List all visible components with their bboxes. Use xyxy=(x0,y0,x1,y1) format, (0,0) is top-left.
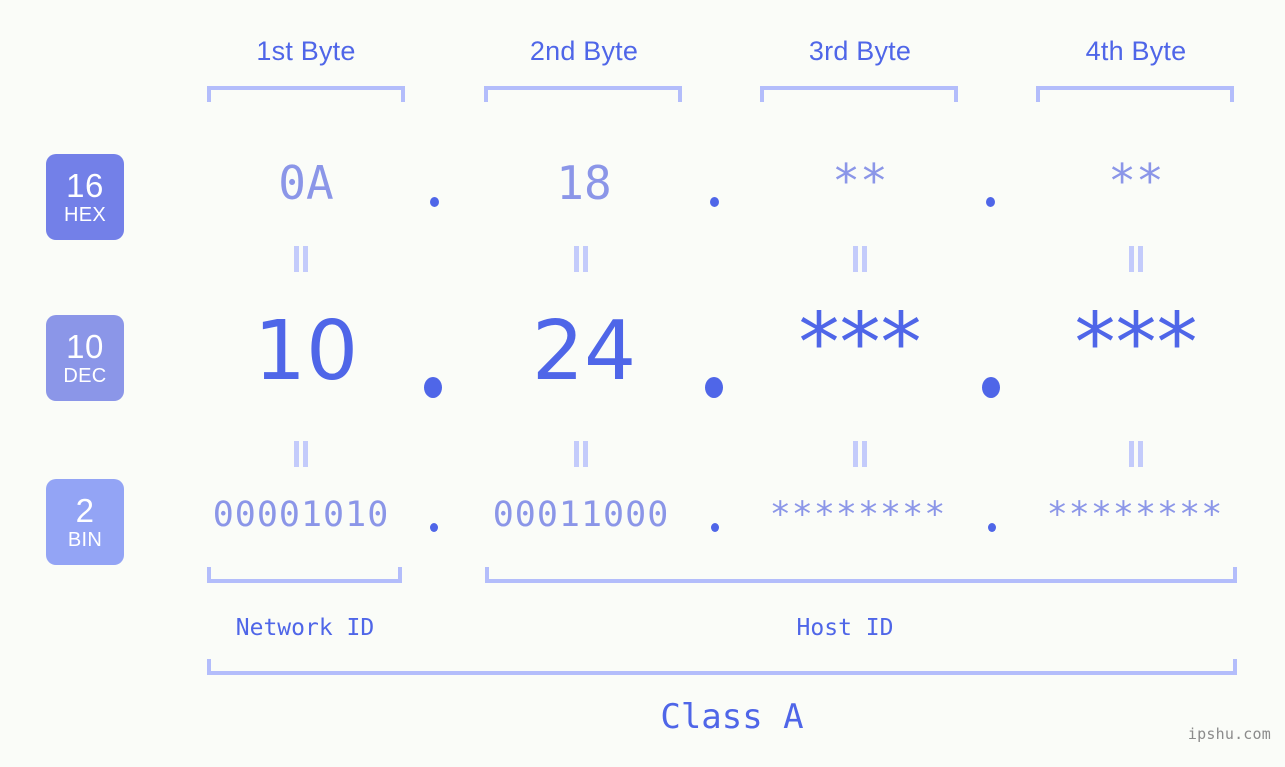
equals-icon-hex-dec-2 xyxy=(572,246,590,272)
hex-byte-1: 0A xyxy=(278,156,334,210)
site-watermark: ipshu.com xyxy=(1187,725,1271,743)
byte-header-2: 2nd Byte xyxy=(529,36,639,66)
hex-byte-2: 18 xyxy=(556,156,612,210)
radix-badge-dec-label: DEC xyxy=(63,365,107,387)
dec-separator-dot-3 xyxy=(982,377,1000,398)
bin-byte-1: 00001010 xyxy=(212,495,390,535)
byte-bracket-2 xyxy=(484,86,682,102)
dec-byte-4: *** xyxy=(1074,296,1198,391)
equals-icon-hex-dec-4 xyxy=(1127,246,1145,272)
equals-icon-dec-bin-2 xyxy=(572,441,590,467)
byte-bracket-4 xyxy=(1036,86,1234,102)
dec-separator-dot-1 xyxy=(424,377,442,398)
class-label: Class A xyxy=(660,697,804,737)
byte-header-3: 3rd Byte xyxy=(808,36,912,66)
network-id-label: Network ID xyxy=(235,615,375,641)
radix-badge-hex-base: 16 xyxy=(66,167,104,204)
byte-header-1: 1st Byte xyxy=(256,36,356,66)
dec-byte-3: *** xyxy=(798,296,922,391)
equals-icon-dec-bin-4 xyxy=(1127,441,1145,467)
dec-byte-1: 10 xyxy=(253,304,359,399)
class-bracket xyxy=(207,659,1237,675)
bin-separator-dot-3 xyxy=(988,523,996,532)
hex-separator-dot-2 xyxy=(710,197,719,207)
byte-header-4: 4th Byte xyxy=(1085,36,1187,66)
hex-separator-dot-3 xyxy=(986,197,995,207)
network-id-bracket xyxy=(207,567,402,583)
bin-byte-4: ******** xyxy=(1046,495,1224,535)
radix-badge-dec: 10 DEC xyxy=(46,315,124,401)
hex-byte-4: ** xyxy=(1108,154,1164,208)
ip-address-breakdown-diagram: 1st Byte 2nd Byte 3rd Byte 4th Byte 16 H… xyxy=(0,0,1285,767)
equals-icon-dec-bin-3 xyxy=(851,441,869,467)
equals-icon-hex-dec-1 xyxy=(292,246,310,272)
equals-icon-hex-dec-3 xyxy=(851,246,869,272)
radix-badge-bin-label: BIN xyxy=(67,529,103,551)
host-id-label: Host ID xyxy=(796,615,894,641)
byte-bracket-1 xyxy=(207,86,405,102)
bin-byte-2: 00011000 xyxy=(492,495,670,535)
bin-byte-3: ******** xyxy=(769,495,947,535)
bin-separator-dot-2 xyxy=(711,523,719,532)
dec-byte-2: 24 xyxy=(531,304,637,399)
radix-badge-hex: 16 HEX xyxy=(46,154,124,240)
hex-byte-3: ** xyxy=(832,154,888,208)
radix-badge-bin-base: 2 xyxy=(75,492,95,529)
dec-separator-dot-2 xyxy=(705,377,723,398)
radix-badge-dec-base: 10 xyxy=(66,328,104,365)
hex-separator-dot-1 xyxy=(430,197,439,207)
radix-badge-hex-label: HEX xyxy=(63,204,107,226)
byte-bracket-3 xyxy=(760,86,958,102)
host-id-bracket xyxy=(485,567,1237,583)
bin-separator-dot-1 xyxy=(430,523,438,532)
equals-icon-dec-bin-1 xyxy=(292,441,310,467)
radix-badge-bin: 2 BIN xyxy=(46,479,124,565)
